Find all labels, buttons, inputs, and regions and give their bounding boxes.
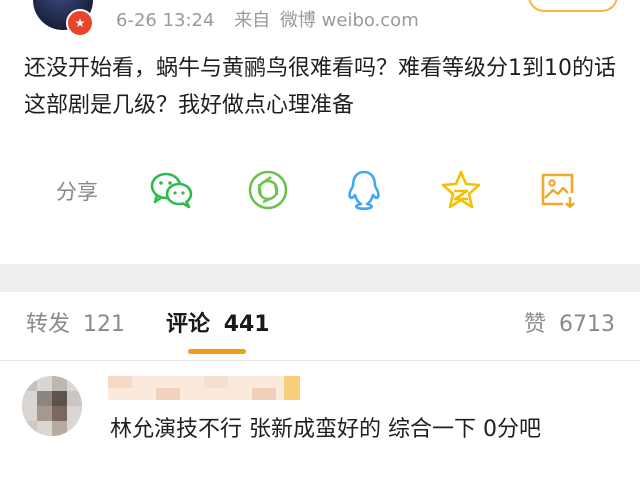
post-text: 还没开始看，蜗牛与黄鹂鸟很难看吗？难看等级分1到10的话这部剧是几级？我好做点心…	[24, 56, 616, 118]
tab-comments-label: 评论	[166, 312, 211, 337]
save-image-icon	[541, 173, 575, 209]
post-meta: 6-26 13:24 来自 微博 weibo.com	[116, 6, 419, 32]
wechat-icon	[150, 172, 193, 209]
share-label: 分享	[56, 180, 98, 204]
tabs-divider	[0, 360, 640, 361]
moments-share-button[interactable]	[244, 166, 292, 214]
follow-button[interactable]	[528, 0, 618, 12]
post-timestamp: 6-26 13:24	[116, 10, 215, 31]
verified-badge-icon: ★	[66, 9, 94, 37]
post-source-prefix: 来自	[234, 10, 271, 31]
tab-comments[interactable]: 评论 441	[166, 306, 270, 338]
qq-share-button[interactable]	[340, 166, 388, 214]
pixelated-avatar-image	[22, 376, 82, 436]
pixelated-name-image	[108, 376, 300, 400]
commenter-avatar[interactable]	[22, 376, 82, 436]
qzone-icon	[441, 170, 481, 209]
active-tab-indicator	[188, 349, 246, 354]
post-source[interactable]: 微博 weibo.com	[280, 10, 419, 31]
tab-comments-count: 441	[223, 312, 270, 337]
tab-repost-count: 121	[83, 312, 126, 337]
tab-likes-count: 6713	[559, 312, 616, 337]
tab-repost-label: 转发	[26, 312, 71, 337]
save-image-button[interactable]	[534, 166, 582, 214]
qzone-share-button[interactable]	[437, 166, 485, 214]
commenter-name-blurred[interactable]	[108, 372, 300, 404]
tab-likes-label: 赞	[524, 312, 547, 337]
comment-text: 林允演技不行 张新成蛮好的 综合一下 0分吧	[110, 417, 541, 442]
tab-likes[interactable]: 赞 6713	[524, 306, 615, 338]
wechat-share-button[interactable]	[148, 166, 196, 214]
tab-repost[interactable]: 转发 121	[26, 306, 125, 338]
qq-icon	[348, 170, 380, 211]
moments-icon	[248, 170, 288, 210]
section-divider	[0, 264, 640, 292]
